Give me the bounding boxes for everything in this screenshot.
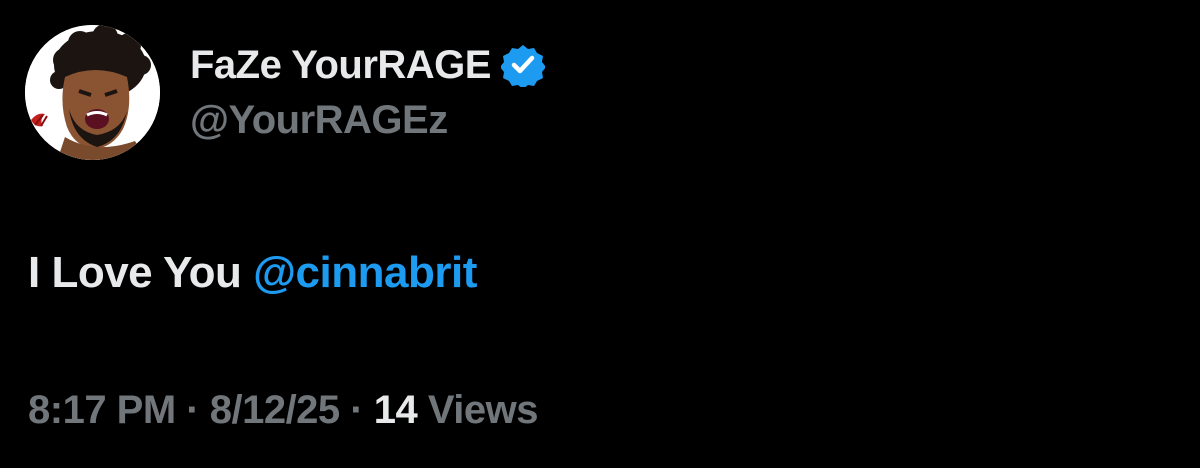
verified-badge-icon [500,43,545,87]
views-count: 14 [373,388,418,432]
avatar[interactable] [25,25,160,160]
author-name-row: FaZe YourRAGE [190,40,545,90]
tweet-text-body: I Love You [28,248,254,297]
tweet-time[interactable]: 8:17 PM [28,388,176,432]
meta-separator: · [175,388,210,432]
tweet-metadata: 8:17 PM · 8/12/25 · 14 Views [28,388,539,433]
views-label: Views [417,388,539,432]
meta-separator: · [339,388,374,432]
tweet-date[interactable]: 8/12/25 [210,388,340,432]
mention-link[interactable]: @cinnabrit [253,248,477,297]
tweet-card: FaZe YourRAGE @YourRAGEz I Love You @cin… [0,0,1200,468]
author-display-name[interactable]: FaZe YourRAGE [190,43,491,88]
tweet-text: I Love You @cinnabrit [28,248,477,298]
author-handle[interactable]: @YourRAGEz [190,98,448,143]
avatar-cartoon-icon [25,25,160,160]
